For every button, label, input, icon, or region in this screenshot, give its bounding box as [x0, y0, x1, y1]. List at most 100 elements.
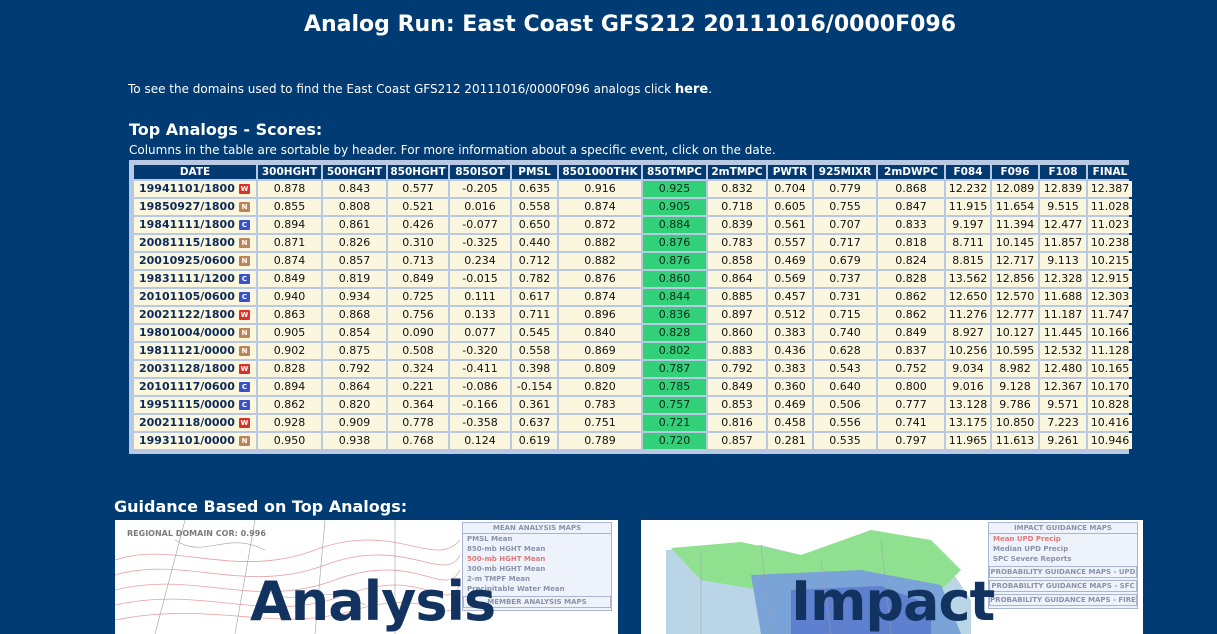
column-header-f108[interactable]: F108 [1040, 165, 1086, 179]
score-cell: -0.411 [450, 361, 510, 377]
score-cell: -0.077 [450, 217, 510, 233]
event-date-link[interactable]: 20010925/0600 [139, 253, 239, 269]
column-header-pwtr[interactable]: PWTR [768, 165, 812, 179]
date-cell: 19841111/1800 C [134, 217, 256, 233]
column-header-850tmpc[interactable]: 850TMPC [643, 165, 706, 179]
column-header-f084[interactable]: F084 [946, 165, 990, 179]
column-header-f096[interactable]: F096 [992, 165, 1038, 179]
column-header-2mdwpc[interactable]: 2mDWPC [878, 165, 944, 179]
score-cell: 0.111 [450, 289, 510, 305]
event-date-link[interactable]: 20081115/1800 [139, 235, 239, 251]
event-date-link[interactable]: 20021122/1800 [139, 307, 239, 323]
score-cell: 9.128 [992, 379, 1038, 395]
score-cell: 10.416 [1088, 415, 1132, 431]
score-cell: 11.445 [1040, 325, 1086, 341]
analysis-menu-item[interactable]: PMSL Mean [463, 534, 611, 544]
score-cell: 0.545 [512, 325, 557, 341]
score-cell: 0.324 [388, 361, 448, 377]
analysis-menu-item[interactable]: 500-mb HGHT Mean [463, 554, 611, 564]
score-cell: 0.785 [643, 379, 706, 395]
event-date-link[interactable]: 20021118/0000 [139, 415, 239, 431]
probability-guidance-buttons: PROBABILITY GUIDANCE MAPS - UPD PROBABILI… [989, 566, 1137, 606]
score-cell: 0.849 [388, 271, 448, 287]
score-cell: 12.480 [1040, 361, 1086, 377]
score-cell: 0.862 [878, 307, 944, 323]
score-cell: 0.938 [323, 433, 386, 449]
score-cell: 10.127 [992, 325, 1038, 341]
score-cell: 10.850 [992, 415, 1038, 431]
score-cell: 11.187 [1040, 307, 1086, 323]
impact-menu-item[interactable]: SPC Severe Reports [989, 554, 1137, 564]
event-type-badge: W [239, 184, 250, 194]
score-cell: 10.166 [1088, 325, 1132, 341]
event-date-link[interactable]: 19801004/0000 [139, 325, 239, 341]
score-cell: 0.720 [643, 433, 706, 449]
probability-guidance-button[interactable]: PROBABILITY GUIDANCE MAPS - FIRE [989, 594, 1137, 606]
event-date-link[interactable]: 19941101/1800 [139, 181, 239, 197]
score-cell: 0.535 [814, 433, 876, 449]
event-date-link[interactable]: 19831111/1200 [139, 271, 239, 287]
event-date-link[interactable]: 20101117/0600 [139, 379, 239, 395]
impact-menu-item[interactable]: Median UPD Precip [989, 544, 1137, 554]
analysis-menu-item[interactable]: 850-mb HGHT Mean [463, 544, 611, 554]
column-header-date[interactable]: DATE [134, 165, 256, 179]
event-type-badge: C [239, 220, 250, 230]
column-header-final[interactable]: FINAL [1088, 165, 1132, 179]
score-cell: 0.820 [323, 397, 386, 413]
event-date-link[interactable]: 20031128/1800 [139, 361, 239, 377]
score-cell: 0.843 [323, 181, 386, 197]
score-cell: 10.828 [1088, 397, 1132, 413]
score-cell: 0.783 [559, 397, 641, 413]
impact-panel[interactable]: IMPACT GUIDANCE MAPS Mean UPD Precip Medi… [641, 520, 1143, 634]
score-cell: 0.833 [878, 217, 944, 233]
column-header-850hght[interactable]: 850HGHT [388, 165, 448, 179]
score-cell: 0.558 [512, 199, 557, 215]
score-cell: 0.650 [512, 217, 557, 233]
event-date-link[interactable]: 19951115/0000 [139, 397, 239, 413]
event-date-link[interactable]: 19811121/0000 [139, 343, 239, 359]
score-cell: 0.934 [323, 289, 386, 305]
score-cell: 0.361 [512, 397, 557, 413]
event-date-link[interactable]: 19850927/1800 [139, 199, 239, 215]
table-row: 19931101/0000 N 0.950 0.938 0.768 0.124 0.619 0… [134, 433, 1132, 449]
score-cell: 0.469 [768, 253, 812, 269]
table-row: 20101105/0600 C 0.940 0.934 0.725 0.111 0.617 0… [134, 289, 1132, 305]
event-type-badge: C [239, 400, 250, 410]
domains-here-link[interactable]: here [675, 82, 708, 97]
event-date-link[interactable]: 19841111/1800 [139, 217, 239, 233]
score-cell: 0.619 [512, 433, 557, 449]
column-header-8501000thk[interactable]: 8501000THK [559, 165, 641, 179]
column-header-pmsl[interactable]: PMSL [512, 165, 557, 179]
score-cell: -0.320 [450, 343, 510, 359]
column-header-500hght[interactable]: 500HGHT [323, 165, 386, 179]
impact-label: Impact [791, 570, 995, 633]
score-cell: 0.885 [708, 289, 766, 305]
date-cell: 20101105/0600 C [134, 289, 256, 305]
score-cell: 0.310 [388, 235, 448, 251]
score-cell: 0.860 [643, 271, 706, 287]
probability-guidance-button[interactable]: PROBABILITY GUIDANCE MAPS - SFC [989, 580, 1137, 592]
score-cell: 9.113 [1040, 253, 1086, 269]
score-cell: 0.857 [708, 433, 766, 449]
date-cell: 19931101/0000 N [134, 433, 256, 449]
date-cell: 20101117/0600 C [134, 379, 256, 395]
event-date-link[interactable]: 19931101/0000 [139, 433, 239, 449]
column-header-300hght[interactable]: 300HGHT [258, 165, 321, 179]
column-header-850isot[interactable]: 850ISOT [450, 165, 510, 179]
probability-guidance-button[interactable]: PROBABILITY GUIDANCE MAPS - UPD [989, 566, 1137, 578]
event-date-link[interactable]: 20101105/0600 [139, 289, 239, 305]
score-cell: 0.837 [878, 343, 944, 359]
score-cell: 8.711 [946, 235, 990, 251]
impact-menu-item[interactable]: Mean UPD Precip [989, 534, 1137, 544]
score-cell: 0.909 [323, 415, 386, 431]
score-cell: 11.857 [1040, 235, 1086, 251]
column-header-2mtmpc[interactable]: 2mTMPC [708, 165, 766, 179]
analysis-panel[interactable]: REGIONAL DOMAIN COR: 0.996 MEAN ANALYSIS… [115, 520, 618, 634]
score-cell: 12.387 [1088, 181, 1132, 197]
date-cell: 19850927/1800 N [134, 199, 256, 215]
column-header-925mixr[interactable]: 925MIXR [814, 165, 876, 179]
date-cell: 20031128/1800 W [134, 361, 256, 377]
score-cell: 12.328 [1040, 271, 1086, 287]
score-cell: 10.595 [992, 343, 1038, 359]
score-cell: 0.928 [258, 415, 321, 431]
